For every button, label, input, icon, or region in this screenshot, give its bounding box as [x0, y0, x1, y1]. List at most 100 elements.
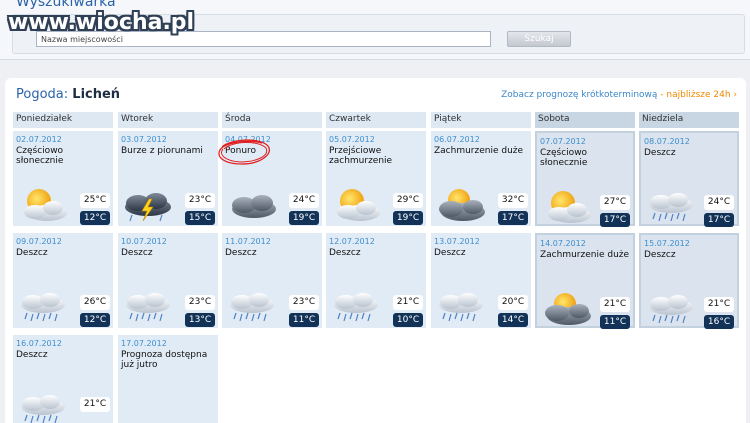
max-temperature: 27°C [600, 195, 630, 210]
forecast-cell[interactable]: 10.07.2012 Deszcz 23°C 13°C [118, 233, 218, 328]
forecast-date: 08.07.2012 [644, 137, 690, 146]
min-temperature: 16°C [704, 315, 734, 329]
forecast-description: Prognoza dostępna już jutro [121, 350, 208, 370]
min-temperature: 17°C [498, 211, 528, 225]
min-temperature: 15°C [185, 211, 215, 225]
forecast-link-24h: - najbliższe 24h › [660, 90, 737, 100]
min-temperature: 12°C [80, 211, 110, 225]
forecast-description: Częściowo słonecznie [540, 148, 588, 168]
forecast-date: 10.07.2012 [121, 237, 167, 246]
rain-icon [641, 289, 701, 329]
max-temperature: 24°C [704, 195, 734, 210]
rain-icon [222, 287, 282, 327]
max-temperature: 21°C [80, 397, 110, 412]
forecast-description: Deszcz [16, 350, 48, 360]
forecast-date: 15.07.2012 [644, 239, 690, 248]
rain-icon [13, 389, 73, 423]
short-term-forecast-link[interactable]: Zobacz prognozę krótkoterminową - najbli… [501, 90, 737, 100]
day-header-thursday: Czwartek [326, 112, 426, 128]
forecast-cell[interactable]: 14.07.2012 Zachmurzenie duże 21°C 11°C [535, 233, 635, 329]
forecast-date: 05.07.2012 [329, 135, 375, 144]
max-temperature: 23°C [185, 193, 215, 208]
forecast-cell[interactable]: 05.07.2012 Przejściowe zachmurzenie 29°C 19… [326, 131, 426, 226]
min-temperature: 14°C [498, 313, 528, 327]
cloudy-sun-icon [537, 289, 597, 329]
max-temperature: 26°C [80, 295, 110, 310]
rain-icon [431, 287, 491, 327]
page-title: Pogoda: Licheń [16, 87, 120, 102]
rain-icon [326, 287, 386, 327]
forecast-date: 14.07.2012 [540, 239, 586, 248]
max-temperature: 29°C [393, 193, 423, 208]
rain-icon [641, 187, 701, 227]
forecast-cell[interactable]: 02.07.2012 Częściowo słonecznie 25°C 12°C [13, 131, 113, 226]
forecast-description: Częściowo słonecznie [16, 146, 64, 166]
search-button[interactable]: Szukaj [507, 31, 571, 47]
search-title: Wyszukiwarka [16, 0, 116, 10]
forecast-cell[interactable]: 17.07.2012 Prognoza dostępna już jutro [118, 335, 218, 423]
forecast-date: 03.07.2012 [121, 135, 167, 144]
forecast-description: Deszcz [329, 248, 361, 258]
thunderstorm-icon [118, 185, 178, 225]
max-temperature: 23°C [185, 295, 215, 310]
forecast-date: 17.07.2012 [121, 339, 167, 348]
weather-label: Pogoda: [16, 87, 69, 102]
min-temperature: 17°C [600, 213, 630, 227]
forecast-description: Burze z piorunami [121, 146, 203, 156]
min-temperature: 17°C [704, 213, 734, 227]
max-temperature: 21°C [393, 295, 423, 310]
day-header-saturday: Sobota [535, 112, 635, 128]
forecast-date: 02.07.2012 [16, 135, 62, 144]
forecast-description: Deszcz [225, 248, 257, 258]
forecast-cell[interactable]: 13.07.2012 Deszcz 20°C 14°C [431, 233, 531, 328]
forecast-description: Deszcz [434, 248, 466, 258]
city-name: Licheń [72, 87, 121, 102]
max-temperature: 32°C [498, 193, 528, 208]
max-temperature: 24°C [289, 193, 319, 208]
forecast-date: 06.07.2012 [434, 135, 480, 144]
day-header-tuesday: Wtorek [118, 112, 218, 128]
cloudy-sun-icon [431, 185, 491, 225]
min-temperature: 11°C [600, 315, 630, 329]
forecast-cell[interactable]: 06.07.2012 Zachmurzenie duże 32°C 17°C [431, 131, 531, 226]
rain-icon [118, 287, 178, 327]
forecast-cell[interactable]: 11.07.2012 Deszcz 23°C 11°C [222, 233, 322, 328]
forecast-cell[interactable]: 09.07.2012 Deszcz 26°C 12°C [13, 233, 113, 328]
overcast-icon [222, 185, 282, 225]
max-temperature: 23°C [289, 295, 319, 310]
forecast-cell[interactable]: 07.07.2012 Częściowo słonecznie 27°C 17°C [535, 131, 635, 227]
day-header-friday: Piątek [431, 112, 531, 128]
forecast-date: 11.07.2012 [225, 237, 271, 246]
max-temperature: 21°C [704, 297, 734, 312]
search-panel: Wyszukiwarka Szukaj www.wiocha.pl [0, 0, 750, 60]
max-temperature: 25°C [80, 193, 110, 208]
forecast-cell[interactable]: 03.07.2012 Burze z piorunami 23°C 15°C [118, 131, 218, 226]
rain-icon [13, 287, 73, 327]
forecast-description: Zachmurzenie duże [540, 250, 630, 260]
max-temperature: 20°C [498, 295, 528, 310]
min-temperature: 19°C [393, 211, 423, 225]
watermark-logo: www.wiocha.pl [8, 10, 195, 35]
max-temperature: 21°C [600, 297, 630, 312]
min-temperature: 12°C [80, 313, 110, 327]
day-header-sunday: Niedziela [639, 112, 739, 128]
forecast-link-text: Zobacz prognozę krótkoterminową [501, 90, 658, 100]
forecast-description: Deszcz [121, 248, 153, 258]
forecast-description: Deszcz [644, 250, 676, 260]
partly-sunny-icon [537, 187, 597, 227]
forecast-cell[interactable]: 12.07.2012 Deszcz 21°C 10°C [326, 233, 426, 328]
red-annotation-circle [218, 139, 270, 165]
day-header-wednesday: Środa [222, 112, 322, 128]
forecast-description: Zachmurzenie duże [434, 146, 524, 156]
forecast-date: 16.07.2012 [16, 339, 62, 348]
min-temperature: 13°C [185, 313, 215, 327]
forecast-description: Przejściowe zachmurzenie [329, 146, 393, 166]
forecast-description: Deszcz [644, 148, 676, 158]
partly-sunny-icon [13, 185, 73, 225]
day-header-monday: Poniedziałek [13, 112, 113, 128]
forecast-cell[interactable]: 08.07.2012 Deszcz 24°C 17°C [639, 131, 739, 227]
forecast-cell[interactable]: 16.07.2012 Deszcz 21°C [13, 335, 113, 423]
forecast-date: 12.07.2012 [329, 237, 375, 246]
min-temperature: 11°C [289, 313, 319, 327]
forecast-cell[interactable]: 15.07.2012 Deszcz 21°C 16°C [639, 233, 739, 329]
